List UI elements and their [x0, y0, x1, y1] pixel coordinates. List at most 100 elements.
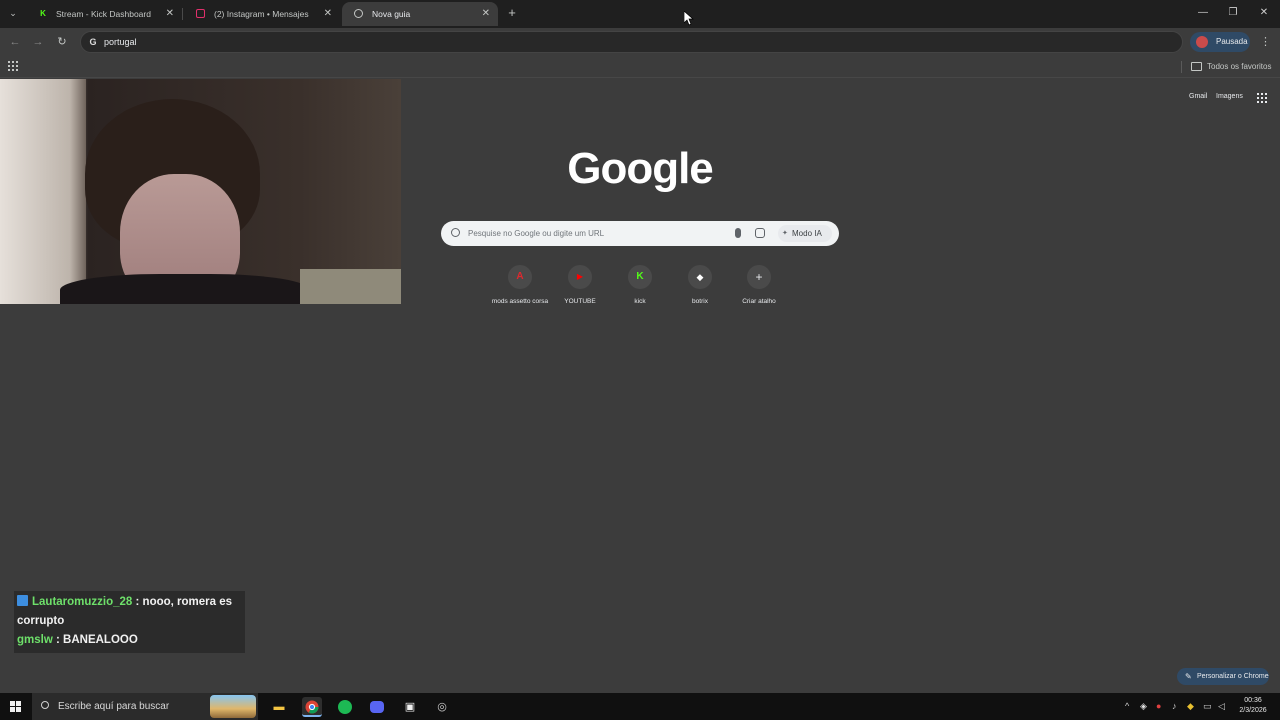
shortcut-add[interactable]: + Criar atalho [727, 265, 791, 305]
youtube-icon: ▶ [576, 272, 584, 281]
tray-chevron-icon[interactable]: ^ [1125, 693, 1129, 720]
tab-close-icon[interactable]: ✕ [324, 2, 332, 26]
tab-strip: ⌄ K Stream - Kick Dashboard ✕ (2) Instag… [0, 0, 1280, 28]
profile-button[interactable]: Pausada [1190, 32, 1250, 52]
close-window-button[interactable]: ✕ [1249, 0, 1279, 28]
tray-mic-icon[interactable]: ♪ [1172, 693, 1177, 720]
tab-close-icon[interactable]: ✕ [166, 2, 174, 26]
webcam-person-shirt [60, 274, 310, 304]
tab-separator [182, 8, 183, 20]
botrix-icon: ◆ [696, 272, 704, 282]
chat-username: Lautaromuzzio_28 [32, 596, 133, 608]
network-icon[interactable]: ▭ [1203, 693, 1212, 720]
google-logo: Google [567, 144, 714, 193]
shortcut-youtube[interactable]: ▶ YOUTUBE [548, 265, 612, 305]
volume-icon[interactable]: ◁ [1218, 693, 1225, 720]
tray-shield-icon[interactable]: ◆ [1187, 693, 1194, 720]
assetto-icon: A [516, 271, 524, 282]
shortcut-label: Criar atalho [742, 298, 776, 305]
tab-close-icon[interactable]: ✕ [482, 2, 490, 26]
tab-instagram[interactable]: (2) Instagram • Mensajes ✕ [184, 2, 340, 26]
search-icon [41, 701, 49, 709]
chat-message: gmslw : BANEALOOO [17, 631, 242, 650]
all-bookmarks-label: Todos os favoritos [1207, 62, 1272, 71]
webcam-overlay [0, 79, 401, 304]
ai-mode-button[interactable]: Modo IA [778, 225, 832, 242]
shortcut-tile: K [628, 265, 652, 289]
windows-start-icon[interactable] [10, 701, 21, 712]
webcam-bedding [300, 269, 401, 304]
kick-icon: K [40, 9, 46, 18]
chat-text: : BANEALOOO [56, 634, 138, 646]
shortcut-tile: + [747, 265, 771, 289]
stream-chat-overlay: Lautaromuzzio_28 : nooo, romera es corru… [14, 591, 245, 653]
spotify-icon[interactable] [335, 697, 355, 717]
microsoft-store-icon[interactable]: ▣ [400, 697, 420, 717]
forward-arrow-icon[interactable]: → [30, 34, 46, 50]
tab-new-tab[interactable]: Nova guia ✕ [342, 2, 498, 26]
bookmarks-bar: Todos os favoritos [0, 56, 1280, 78]
menu-kebab-icon[interactable]: ⋮ [1260, 34, 1271, 50]
instagram-icon [196, 9, 205, 18]
back-arrow-icon[interactable]: ← [7, 34, 23, 50]
taskbar-search-placeholder[interactable]: Escribe aquí para buscar [58, 693, 169, 720]
tray-app-icon[interactable]: ◈ [1140, 693, 1147, 720]
address-text[interactable]: portugal [104, 32, 137, 52]
profile-label: Pausada [1216, 37, 1248, 46]
apps-grid-icon[interactable] [8, 61, 18, 71]
chat-message: Lautaromuzzio_28 : nooo, romera es corru… [17, 593, 242, 631]
tab-title: Nova guia [372, 9, 411, 19]
google-apps-icon[interactable] [1257, 93, 1267, 103]
customize-chrome-button[interactable]: ✎ Personalizar o Chrome [1177, 668, 1269, 685]
obs-icon[interactable]: ◎ [432, 697, 452, 717]
chat-username: gmslw [17, 634, 53, 646]
taskbar-clock[interactable]: 00:36 2/3/2026 [1233, 696, 1273, 716]
shortcut-tile: A [508, 265, 532, 289]
new-tab-button[interactable]: + [505, 5, 519, 21]
avatar [1196, 36, 1208, 48]
google-g-icon: G [89, 37, 97, 47]
restore-button[interactable]: ❐ [1218, 0, 1248, 28]
search-icon [451, 228, 460, 237]
search-placeholder[interactable]: Pesquise no Google ou digite um URL [468, 221, 604, 246]
tab-search-chevron-icon[interactable]: ⌄ [5, 5, 21, 21]
chrome-taskbar-icon[interactable] [302, 697, 322, 717]
mouse-cursor-icon [684, 11, 694, 26]
tab-title: (2) Instagram • Mensajes [214, 9, 309, 19]
shortcut-botrix[interactable]: ◆ botrix [668, 265, 732, 305]
taskbar-search[interactable]: Escribe aquí para buscar [32, 693, 258, 720]
bookmarks-divider [1181, 61, 1182, 73]
gmail-link[interactable]: Gmail [1189, 93, 1207, 100]
clock-time: 00:36 [1244, 697, 1262, 704]
discord-icon[interactable] [367, 697, 387, 717]
desktop: ⌄ K Stream - Kick Dashboard ✕ (2) Instag… [0, 0, 1280, 720]
tray-record-icon[interactable]: ● [1156, 693, 1161, 720]
tab-kick-dashboard[interactable]: K Stream - Kick Dashboard ✕ [26, 2, 182, 26]
pencil-icon: ✎ [1185, 672, 1192, 681]
google-search-box[interactable]: Pesquise no Google ou digite um URL Modo… [441, 221, 839, 246]
reload-icon[interactable]: ↻ [54, 34, 70, 50]
all-bookmarks-button[interactable]: Todos os favoritos [1191, 56, 1271, 78]
address-bar[interactable]: G portugal [80, 31, 1183, 53]
shortcut-tile: ▶ [568, 265, 592, 289]
shortcut-assetto-corsa[interactable]: A mods assetto corsa [488, 265, 552, 305]
shortcut-tile: ◆ [688, 265, 712, 289]
add-shortcut-icon: + [755, 270, 763, 284]
customize-label: Personalizar o Chrome [1197, 673, 1269, 680]
images-link[interactable]: Imagens [1216, 93, 1243, 100]
shortcut-label: mods assetto corsa [491, 298, 549, 305]
shortcut-label: kick [634, 298, 646, 305]
windows-taskbar: Escribe aquí para buscar ▬ ▣ ◎ ^ ◈ ● ♪ ◆… [0, 693, 1280, 720]
chrome-icon [354, 9, 363, 18]
minimize-button[interactable]: — [1188, 0, 1218, 28]
file-explorer-icon[interactable]: ▬ [269, 697, 289, 717]
chat-badge-icon [17, 595, 28, 606]
kick-icon: K [636, 271, 644, 282]
microphone-icon[interactable] [735, 228, 741, 238]
browser-toolbar: ← → ↻ G portugal Pausada ⋮ [0, 28, 1280, 56]
google-lens-icon[interactable] [755, 228, 765, 238]
shortcut-kick[interactable]: K kick [608, 265, 672, 305]
folder-icon [1191, 62, 1202, 71]
tab-title: Stream - Kick Dashboard [56, 9, 151, 19]
search-highlight-image[interactable] [210, 695, 256, 718]
